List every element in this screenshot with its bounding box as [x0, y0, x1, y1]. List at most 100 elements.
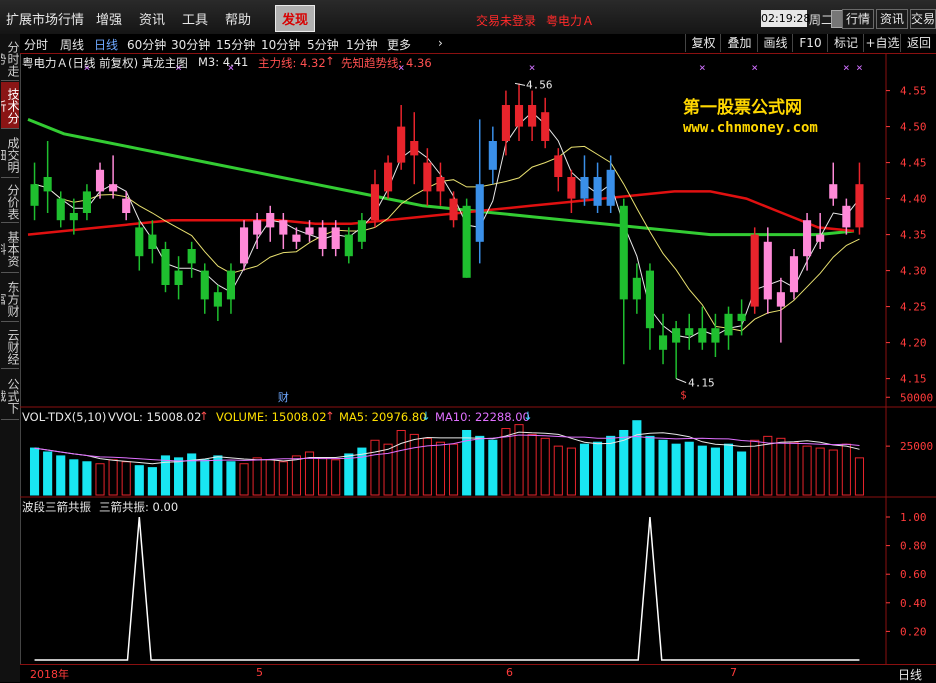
candle-body [69, 213, 78, 221]
toolbar-button[interactable]: +自选 [863, 34, 901, 52]
date-axis: 2018年 5 6 7 日线 [20, 664, 936, 683]
period-tab[interactable]: 30分钟 [171, 36, 210, 53]
volume-bar [789, 441, 799, 496]
left-tab[interactable]: 东方财富 [1, 274, 19, 322]
chart-canvas[interactable]: 4.55 4.50 4.45 4.40 4.35 4.30 4.25 4.20 4.15 × × × ×… [20, 53, 936, 664]
period-bar: 分时 周线 日线 60分钟 30分钟 15分钟 10分钟 5分钟 1分钟 更多 › 复权 叠加 画线 F… [20, 34, 936, 54]
candle-body [632, 277, 641, 300]
period-tab[interactable]: 日线 [94, 36, 118, 53]
left-tab[interactable]: 公式下载 [1, 370, 19, 420]
left-tab[interactable]: 云财经 [1, 323, 19, 369]
candle-body [200, 270, 209, 300]
menu-item[interactable]: 资讯 [139, 9, 165, 28]
period-tab[interactable]: 周线 [60, 36, 84, 53]
candle-body [658, 335, 668, 350]
toolbar-button[interactable]: 标记 [827, 34, 864, 52]
y-tick-label: 4.45 [900, 157, 927, 170]
buy-marker: × [751, 61, 758, 74]
left-tab[interactable]: 分价表 [1, 179, 19, 223]
volume-bar [422, 437, 432, 496]
candle-body [462, 205, 471, 278]
period-tab[interactable]: 1分钟 [346, 36, 378, 53]
menu-item[interactable]: 扩展市场行情 [6, 9, 84, 28]
candle-body [344, 234, 353, 257]
signal-indicator-title: 波段三箭共振 [22, 500, 91, 514]
left-tab[interactable]: 技术分析 [1, 82, 19, 129]
y-tick-label: 4.50 [900, 121, 927, 134]
volume-ma5-line [34, 431, 860, 465]
volume-bar [278, 461, 288, 496]
volume-bar [396, 429, 406, 496]
candle-body [541, 112, 550, 141]
candle-body [750, 234, 759, 307]
volume-bar [69, 459, 79, 496]
date-label-june: 6 [506, 666, 513, 679]
login-status[interactable]: 交易未登录 [476, 12, 536, 29]
left-tab[interactable]: 成交明细 [1, 130, 19, 178]
main-line-label: 主力线: 4.32 [258, 56, 326, 70]
volume-bar [697, 445, 707, 496]
candle-body [580, 177, 589, 199]
volume-bar [815, 447, 825, 496]
volume-bar [370, 439, 380, 496]
period-tab[interactable]: 15分钟 [216, 36, 255, 53]
more-arrow-icon[interactable]: › [438, 36, 443, 50]
candle-body [763, 241, 772, 300]
toolbar-button[interactable]: F10 [792, 34, 828, 52]
menu-item[interactable]: 工具 [182, 9, 208, 28]
candle-body [475, 184, 484, 242]
volume-bar [448, 443, 459, 496]
quote-button[interactable]: 行情 [842, 9, 874, 29]
volume-bar [527, 433, 537, 496]
left-tabs: 分时走势技术分析成交明细分价表基本资料东方财富云财经公式下载 [0, 34, 21, 682]
candle-body [724, 313, 733, 336]
date-label-year: 2018年 [30, 668, 69, 681]
toolbar-button[interactable]: 返回 [900, 34, 936, 52]
candle-body [226, 270, 236, 300]
volume-ma10-line [34, 434, 860, 462]
left-tab[interactable]: 分时走势 [1, 35, 19, 81]
menu-item[interactable]: 帮助 [225, 9, 251, 28]
y-tick-label: 4.40 [900, 193, 927, 206]
candle-body [384, 162, 393, 192]
period-indicator[interactable]: 日线 [898, 666, 922, 683]
period-tab[interactable]: 分时 [24, 36, 48, 53]
toolbar-button[interactable]: 复权 [685, 34, 721, 52]
volume-bar [56, 455, 66, 496]
volume-bar [710, 447, 720, 496]
volume-bar [475, 435, 485, 496]
left-tab[interactable]: 基本资料 [1, 224, 19, 273]
candle-body [161, 249, 170, 285]
volume-bar [828, 449, 838, 496]
toolbar-button[interactable]: 画线 [757, 34, 793, 52]
volume-bar [593, 441, 603, 496]
trend-line-label: 先知趋势线: 4.36 [341, 56, 432, 70]
volume-bar [501, 428, 511, 496]
candle-body [593, 177, 602, 206]
candle-body [855, 184, 864, 228]
candle-body [501, 105, 510, 141]
candle-body [239, 227, 249, 264]
candle-body [619, 205, 628, 300]
date-label-july: 7 [730, 666, 737, 679]
news-button[interactable]: 资讯 [876, 9, 908, 29]
volume-bar [213, 455, 223, 496]
volume-bar [658, 439, 668, 496]
signal-y-tick-label: 0.80 [900, 540, 927, 553]
period-tab[interactable]: 更多 [387, 36, 411, 53]
candle-body [122, 198, 131, 213]
candle-body [95, 169, 105, 192]
period-tab[interactable]: 60分钟 [127, 36, 166, 53]
period-tab[interactable]: 5分钟 [307, 36, 339, 53]
trade-button[interactable]: 交易 [910, 9, 936, 29]
volume-bar [435, 441, 446, 496]
volume-bar [265, 459, 275, 496]
toolbar-button[interactable]: 叠加 [720, 34, 758, 52]
period-tab[interactable]: 10分钟 [261, 36, 300, 53]
watermark-url: www.chnmoney.com [683, 120, 818, 136]
candle-body [148, 234, 157, 249]
volume-bar [776, 437, 786, 496]
menu-discover[interactable]: 发现 [275, 5, 316, 32]
candle-body [803, 220, 812, 257]
menu-item[interactable]: 增强 [96, 9, 122, 28]
